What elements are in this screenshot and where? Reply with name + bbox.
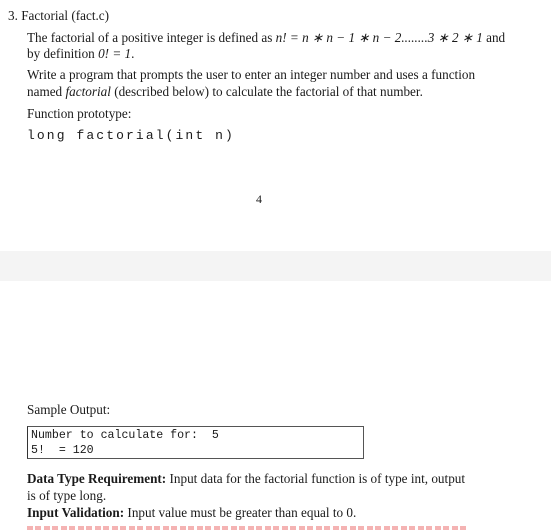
sample-output-box: Number to calculate for: 5 5! = 120: [27, 426, 364, 459]
task-text: named: [27, 84, 66, 99]
task-text-end: (described below) to calculate the facto…: [110, 84, 423, 99]
factorial-formula: n! = n ∗ n − 1 ∗ n − 2........3 ∗ 2 ∗ 1: [275, 30, 483, 45]
input-validation-label: Input Validation:: [27, 505, 125, 520]
input-validation-line: Input Validation: Input value must be gr…: [27, 505, 356, 521]
sample-output-line: Number to calculate for: 5: [31, 429, 219, 442]
data-type-requirement-line-2: is of type long.: [27, 488, 107, 503]
page-gap: [0, 251, 551, 281]
definition-line-1: The factorial of a positive integer is d…: [27, 30, 505, 46]
data-type-requirement-line-1: Data Type Requirement: Input data for th…: [27, 471, 465, 487]
cut-off-text-fragment: [27, 526, 467, 530]
section-heading: 3. Factorial (fact.c): [8, 8, 110, 23]
page-number: 4: [256, 192, 262, 206]
cut-off-highlighted-line: [27, 525, 467, 530]
function-name-emphasis: factorial: [65, 84, 111, 99]
definition-text-end: .: [131, 46, 135, 61]
task-line-1: Write a program that prompts the user to…: [27, 67, 476, 82]
definition-text: The factorial of a positive integer is d…: [27, 30, 276, 45]
prototype-code: long factorial(int n): [27, 128, 235, 143]
definition-text-end: and: [482, 30, 506, 45]
zero-factorial-formula: 0! = 1: [98, 46, 132, 61]
input-validation-text: Input value must be greater than equal t…: [124, 505, 357, 520]
definition-line-2: by definition 0! = 1.: [27, 46, 134, 62]
prototype-label: Function prototype:: [27, 106, 132, 121]
data-type-requirement-label: Data Type Requirement:: [27, 471, 167, 486]
data-type-requirement-text: Input data for the factorial function is…: [166, 471, 466, 486]
task-line-2: named factorial (described below) to cal…: [27, 84, 423, 100]
document-page-4: 3. Factorial (fact.c) The factorial of a…: [0, 0, 551, 251]
sample-output-label: Sample Output:: [27, 402, 111, 417]
definition-text: by definition: [27, 46, 99, 61]
sample-output-line: 5! = 120: [31, 444, 94, 457]
